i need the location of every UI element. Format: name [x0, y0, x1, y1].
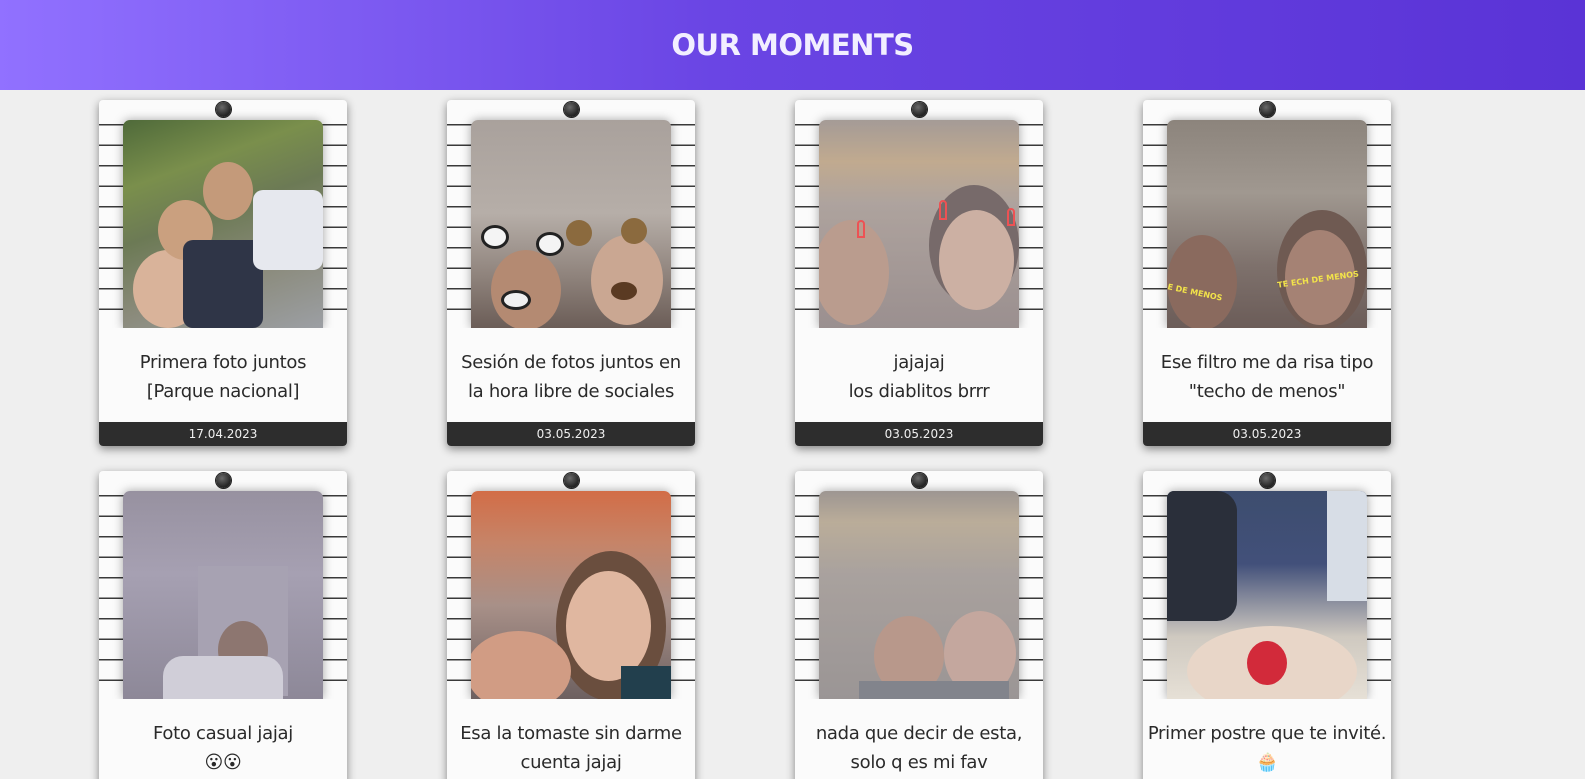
- moment-card[interactable]: jajajaj los diablitos brrr 03.05.2023: [795, 100, 1043, 446]
- pin-icon: [912, 102, 927, 117]
- moment-date: 17.04.2023: [99, 422, 347, 446]
- moment-date: 03.05.2023: [795, 422, 1043, 446]
- moment-photo[interactable]: [1167, 491, 1367, 699]
- caption-panel: Sesión de fotos juntos en la hora libre d…: [447, 328, 695, 422]
- moment-card[interactable]: E DE MENOS TE ECH DE MENOS Ese filtro me…: [1143, 100, 1391, 446]
- moment-card[interactable]: Primer postre que te invité. 🧁: [1143, 471, 1391, 779]
- moment-photo[interactable]: [123, 491, 323, 699]
- moment-caption: Foto casual jajaj 😮😮: [153, 723, 293, 773]
- moment-caption: Sesión de fotos juntos en la hora libre d…: [461, 352, 681, 402]
- caption-panel: nada que decir de esta, solo q es mi fav: [795, 699, 1043, 779]
- page-header: OUR MOMENTS: [0, 0, 1585, 90]
- pin-icon: [912, 473, 927, 488]
- pin-icon: [1260, 473, 1275, 488]
- pin-icon: [216, 102, 231, 117]
- pin-icon: [564, 473, 579, 488]
- moment-card[interactable]: Esa la tomaste sin darme cuenta jajaj: [447, 471, 695, 779]
- moment-date: 03.05.2023: [1143, 422, 1391, 446]
- moment-photo[interactable]: [819, 120, 1019, 328]
- moment-photo[interactable]: E DE MENOS TE ECH DE MENOS: [1167, 120, 1367, 328]
- moment-date: 03.05.2023: [447, 422, 695, 446]
- pin-icon: [564, 102, 579, 117]
- moment-card[interactable]: Primera foto juntos [Parque nacional] 17.…: [99, 100, 347, 446]
- caption-panel: jajajaj los diablitos brrr: [795, 328, 1043, 422]
- moment-photo[interactable]: [471, 491, 671, 699]
- pin-icon: [1260, 102, 1275, 117]
- page-title: OUR MOMENTS: [671, 28, 914, 62]
- moment-caption: Esa la tomaste sin darme cuenta jajaj: [460, 723, 682, 773]
- pin-icon: [216, 473, 231, 488]
- moment-caption: Ese filtro me da risa tipo "techo de meno…: [1160, 352, 1374, 402]
- moment-photo[interactable]: [819, 491, 1019, 699]
- moment-card[interactable]: nada que decir de esta, solo q es mi fav: [795, 471, 1043, 779]
- moment-caption: Primera foto juntos [Parque nacional]: [139, 352, 307, 402]
- moment-card[interactable]: Foto casual jajaj 😮😮: [99, 471, 347, 779]
- moment-card[interactable]: Sesión de fotos juntos en la hora libre d…: [447, 100, 695, 446]
- caption-panel: Ese filtro me da risa tipo "techo de meno…: [1143, 328, 1391, 422]
- moment-caption: Primer postre que te invité. 🧁: [1147, 723, 1387, 773]
- moment-photo[interactable]: [123, 120, 323, 328]
- caption-panel: Primera foto juntos [Parque nacional]: [99, 328, 347, 422]
- moment-caption: nada que decir de esta, solo q es mi fav: [815, 723, 1023, 773]
- caption-panel: Foto casual jajaj 😮😮: [99, 699, 347, 779]
- caption-panel: Esa la tomaste sin darme cuenta jajaj: [447, 699, 695, 779]
- moment-photo[interactable]: [471, 120, 671, 328]
- moment-caption: jajajaj los diablitos brrr: [848, 352, 990, 402]
- caption-panel: Primer postre que te invité. 🧁: [1143, 699, 1391, 779]
